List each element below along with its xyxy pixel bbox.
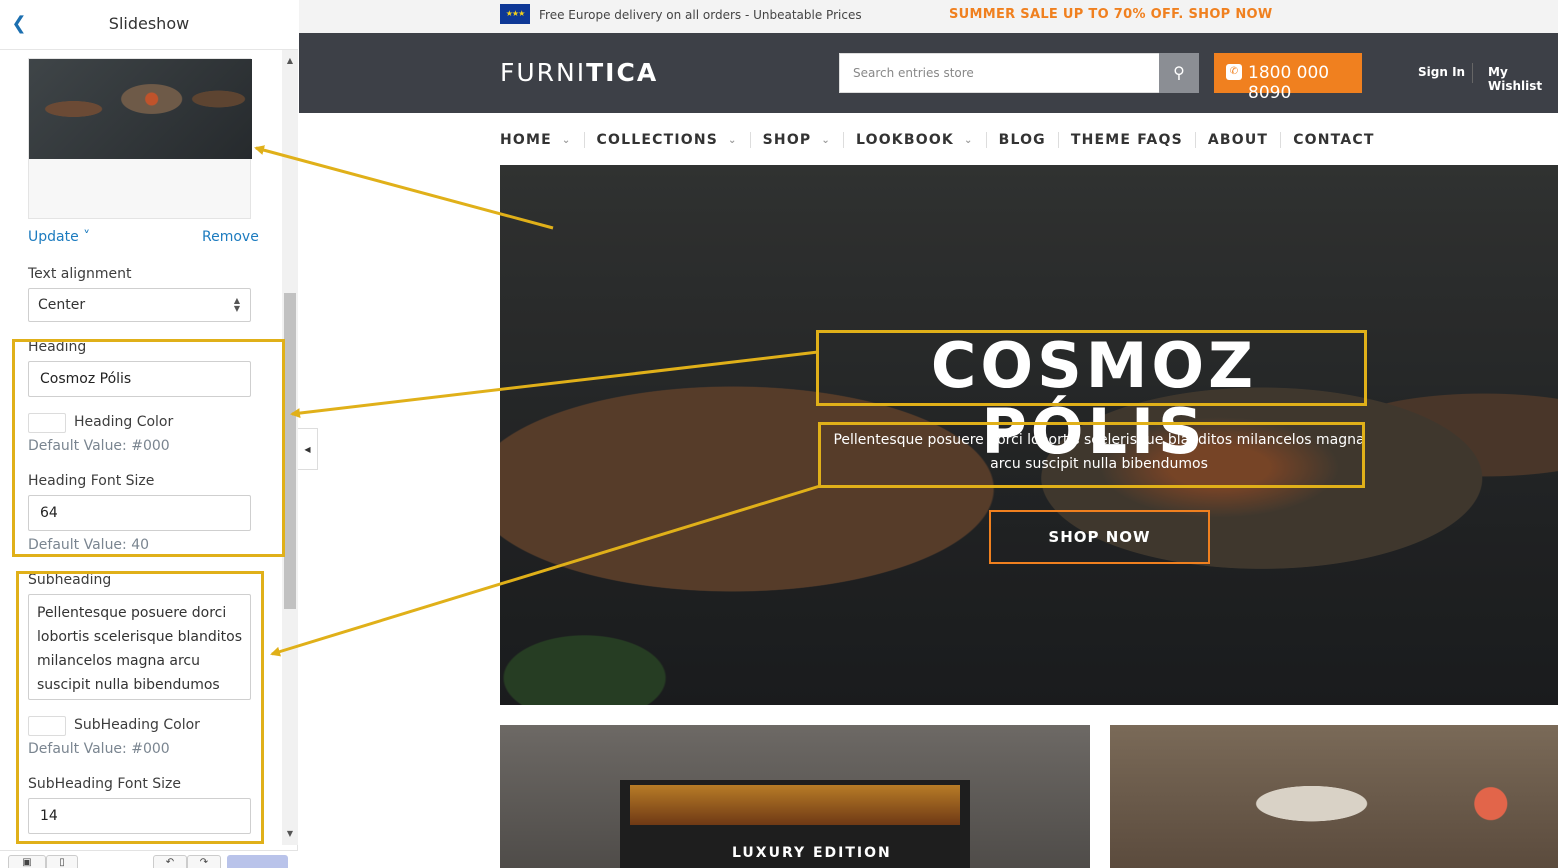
shop-now-button[interactable]: SHOP NOW: [989, 510, 1210, 564]
logo-text-thin: FURNI: [500, 58, 587, 87]
nav-contact[interactable]: CONTACT: [1281, 132, 1386, 148]
annotation-box-hero-heading: [816, 330, 1367, 406]
nav-about-label: ABOUT: [1207, 132, 1269, 148]
nav-lookbook-label: LOOKBOOK: [855, 132, 954, 148]
nav-collections[interactable]: COLLECTIONS ⌄: [585, 132, 751, 148]
annotation-box-hero-subheading: [818, 422, 1365, 488]
store-logo[interactable]: FURNITICA: [500, 58, 658, 87]
nav-blog[interactable]: BLOG: [987, 132, 1059, 148]
wishlist-link[interactable]: My Wishlist: [1488, 65, 1558, 93]
desktop-view-icon[interactable]: ▣: [8, 855, 46, 868]
main-nav: HOME ⌄ COLLECTIONS ⌄ SHOP ⌄ LOOKBOOK ⌄ BLOG …: [500, 130, 1387, 150]
sign-in-link[interactable]: Sign In: [1418, 65, 1465, 79]
nav-shop-label: SHOP: [762, 132, 812, 148]
nav-home[interactable]: HOME ⌄: [500, 132, 585, 148]
phone-icon: ✆: [1226, 64, 1242, 80]
nav-blog-label: BLOG: [998, 132, 1046, 148]
chevron-down-icon: ⌄: [561, 134, 572, 146]
screen: ❮ Slideshow Update ˅ Remove Text alignme…: [0, 0, 1558, 868]
search-input[interactable]: Search entries store: [839, 53, 1160, 93]
announcement-text: Free Europe delivery on all orders - Unb…: [539, 8, 862, 22]
slide-image-thumbnail: [29, 59, 252, 159]
nav-contact-label: CONTACT: [1293, 132, 1375, 148]
undo-icon[interactable]: ↶: [153, 855, 187, 868]
scroll-up-arrow-icon[interactable]: ▲: [282, 54, 298, 68]
panel-footer: ▣ ▯ ↶ ↷: [0, 850, 298, 868]
text-alignment-select[interactable]: Center ▲ ▼: [28, 288, 251, 322]
chevron-down-icon: ⌄: [728, 134, 738, 146]
header-divider: [1472, 63, 1473, 83]
chevron-down-icon: ⌄: [821, 134, 831, 146]
nav-lookbook[interactable]: LOOKBOOK ⌄: [844, 132, 987, 148]
nav-about[interactable]: ABOUT: [1196, 132, 1282, 148]
mobile-view-icon[interactable]: ▯: [46, 855, 78, 868]
redo-icon[interactable]: ↷: [187, 855, 221, 868]
panel-header: ❮ Slideshow: [0, 0, 298, 50]
text-alignment-value: Center: [38, 297, 86, 313]
eu-flag-icon: ★★★: [500, 4, 530, 24]
slide-image-picker[interactable]: [28, 58, 252, 219]
scrollbar-thumb[interactable]: [284, 293, 296, 609]
logo-text-bold: TICA: [586, 58, 659, 87]
announcement-bar: [299, 0, 1558, 33]
search-icon[interactable]: ⚲: [1159, 53, 1199, 93]
save-button[interactable]: [227, 855, 288, 868]
nav-home-label: HOME: [500, 132, 552, 148]
annotation-box-subheading-settings: [16, 571, 264, 844]
scroll-down-arrow-icon[interactable]: ▼: [282, 827, 298, 841]
phone-button[interactable]: ✆ 1800 000 8090: [1214, 53, 1362, 103]
nav-theme-faqs[interactable]: THEME FAQS: [1059, 132, 1196, 148]
update-image-link[interactable]: Update ˅: [28, 229, 90, 245]
nav-collections-label: COLLECTIONS: [596, 132, 719, 148]
select-updown-icon: ▲ ▼: [233, 296, 240, 313]
sale-promo-link[interactable]: SUMMER SALE UP TO 70% OFF. SHOP NOW: [949, 7, 1273, 22]
nav-theme-faqs-label: THEME FAQS: [1070, 132, 1183, 148]
panel-title: Slideshow: [108, 14, 190, 33]
nav-shop[interactable]: SHOP ⌄: [751, 132, 844, 148]
collapse-panel-icon[interactable]: ◀: [298, 428, 318, 470]
remove-image-link[interactable]: Remove: [202, 229, 259, 245]
collection-card-decor[interactable]: [1110, 725, 1558, 868]
collection-card-label: LUXURY EDITION: [732, 845, 892, 861]
annotation-box-heading-settings: [12, 339, 285, 557]
chevron-down-icon: ⌄: [963, 134, 974, 146]
text-alignment-label: Text alignment: [28, 266, 132, 282]
